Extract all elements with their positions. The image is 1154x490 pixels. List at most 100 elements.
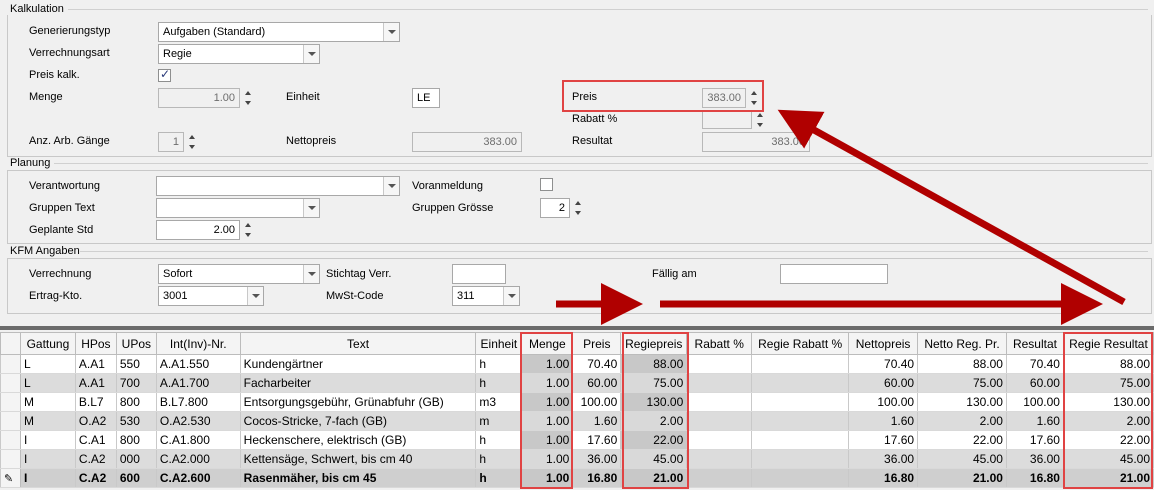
table-cell[interactable] bbox=[751, 354, 850, 374]
table-cell[interactable]: 1.60 bbox=[848, 411, 919, 431]
table-cell[interactable]: 22.00 bbox=[917, 430, 1007, 450]
table-cell[interactable]: h bbox=[475, 449, 523, 469]
column-header[interactable]: Rabatt % bbox=[686, 332, 753, 355]
chevron-down-icon[interactable] bbox=[303, 45, 319, 63]
table-cell[interactable]: Kettensäge, Schwert, bis cm 40 bbox=[239, 449, 477, 469]
table-cell[interactable]: 100.00 bbox=[572, 392, 622, 412]
table-cell[interactable]: C.A2 bbox=[74, 468, 117, 488]
table-cell[interactable] bbox=[751, 468, 850, 488]
table-cell[interactable]: 800 bbox=[115, 392, 157, 412]
table-cell[interactable]: Entsorgungsgebühr, Grünabfuhr (GB) bbox=[239, 392, 477, 412]
table-cell[interactable]: h bbox=[475, 354, 523, 374]
table-cell[interactable]: 70.40 bbox=[1005, 354, 1064, 374]
anz-spinner-icon[interactable] bbox=[186, 132, 198, 152]
table-cell[interactable]: A.A1 bbox=[74, 373, 117, 393]
table-cell[interactable]: 60.00 bbox=[848, 373, 919, 393]
table-cell[interactable]: 130.00 bbox=[917, 392, 1007, 412]
row-marker[interactable] bbox=[0, 373, 21, 393]
column-header[interactable]: Resultat bbox=[1005, 332, 1064, 355]
table-cell[interactable] bbox=[751, 449, 850, 469]
table-cell[interactable]: 1.60 bbox=[572, 411, 622, 431]
table-cell[interactable]: 70.40 bbox=[848, 354, 919, 374]
table-cell[interactable]: M bbox=[19, 392, 76, 412]
table-cell[interactable] bbox=[686, 430, 753, 450]
geplante-std-spinner-icon[interactable] bbox=[242, 220, 254, 240]
faellig-field[interactable] bbox=[780, 264, 888, 284]
table-cell[interactable]: L bbox=[19, 354, 76, 374]
column-header[interactable]: Gattung bbox=[19, 332, 76, 355]
table-cell[interactable]: 88.00 bbox=[917, 354, 1007, 374]
edit-pencil-icon[interactable]: ✎ bbox=[0, 468, 21, 488]
row-marker[interactable] bbox=[0, 411, 21, 431]
table-cell[interactable]: A.A1.700 bbox=[155, 373, 241, 393]
table-cell[interactable]: 70.40 bbox=[572, 354, 622, 374]
table-cell[interactable] bbox=[686, 354, 753, 374]
splitter-bar[interactable] bbox=[0, 326, 1154, 330]
table-cell[interactable]: 530 bbox=[115, 411, 157, 431]
menge-field[interactable]: 1.00 bbox=[158, 88, 240, 108]
table-cell[interactable] bbox=[686, 392, 753, 412]
resultat-field[interactable]: 383.00 bbox=[702, 132, 810, 152]
table-cell[interactable]: 36.00 bbox=[848, 449, 919, 469]
table-cell[interactable]: 21.00 bbox=[917, 468, 1007, 488]
chevron-down-icon[interactable] bbox=[383, 23, 399, 41]
column-header[interactable]: Preis bbox=[572, 332, 622, 355]
table-cell[interactable]: M bbox=[19, 411, 76, 431]
table-row[interactable]: ✎ I C.A2 600 C.A2.600 Rasenmäher, bis cm 45 h 1… bbox=[0, 468, 1154, 488]
table-row[interactable]: I C.A2 000 C.A2.000 Kettensäge, Schwert, bis… bbox=[0, 449, 1154, 469]
table-cell[interactable]: h bbox=[475, 373, 523, 393]
table-row[interactable]: I C.A1 800 C.A1.800 Heckenschere, elektrisch… bbox=[0, 430, 1154, 450]
table-cell[interactable] bbox=[751, 392, 850, 412]
table-cell[interactable]: 16.80 bbox=[848, 468, 919, 488]
table-cell[interactable]: 75.00 bbox=[917, 373, 1007, 393]
column-header[interactable]: Netto Reg. Pr. bbox=[917, 332, 1007, 355]
table-cell[interactable]: 100.00 bbox=[848, 392, 919, 412]
table-cell[interactable]: I bbox=[19, 430, 76, 450]
mwst-select[interactable]: 311 bbox=[452, 286, 520, 306]
table-cell[interactable]: 2.00 bbox=[917, 411, 1007, 431]
table-cell[interactable] bbox=[686, 373, 753, 393]
table-cell[interactable]: 550 bbox=[115, 354, 157, 374]
table-cell[interactable]: 36.00 bbox=[1005, 449, 1064, 469]
table-cell[interactable]: 60.00 bbox=[1005, 373, 1064, 393]
table-cell[interactable]: Heckenschere, elektrisch (GB) bbox=[239, 430, 477, 450]
table-cell[interactable]: 800 bbox=[115, 430, 157, 450]
table-cell[interactable]: C.A2.600 bbox=[155, 468, 241, 488]
table-cell[interactable]: L bbox=[19, 373, 76, 393]
row-marker[interactable] bbox=[0, 354, 21, 374]
table-cell[interactable]: Rasenmäher, bis cm 45 bbox=[239, 468, 477, 488]
column-header[interactable]: HPos bbox=[74, 332, 117, 355]
chevron-down-icon[interactable] bbox=[247, 287, 263, 305]
table-cell[interactable]: Cocos-Stricke, 7-fach (GB) bbox=[239, 411, 477, 431]
table-row[interactable]: M B.L7 800 B.L7.800 Entsorgungsgebühr, Grüna… bbox=[0, 392, 1154, 412]
table-row[interactable]: L A.A1 550 A.A1.550 Kundengärtner h 1.00 70.40 8… bbox=[0, 354, 1154, 374]
row-marker[interactable] bbox=[0, 430, 21, 450]
verrechnungsart-select[interactable]: Regie bbox=[158, 44, 320, 64]
rabatt-field[interactable] bbox=[702, 110, 752, 129]
ertrag-select[interactable]: 3001 bbox=[158, 286, 264, 306]
voranmeldung-checkbox[interactable] bbox=[540, 178, 553, 191]
table-cell[interactable] bbox=[686, 411, 753, 431]
rabatt-spinner-icon[interactable] bbox=[754, 110, 766, 130]
nettopreis-field[interactable]: 383.00 bbox=[412, 132, 522, 152]
table-cell[interactable]: 60.00 bbox=[572, 373, 622, 393]
table-cell[interactable]: O.A2 bbox=[74, 411, 117, 431]
row-marker[interactable] bbox=[0, 392, 21, 412]
table-cell[interactable]: 16.80 bbox=[572, 468, 622, 488]
anz-arb-gaenge-field[interactable]: 1 bbox=[158, 132, 184, 152]
table-cell[interactable]: I bbox=[19, 449, 76, 469]
table-cell[interactable]: Kundengärtner bbox=[239, 354, 477, 374]
table-cell[interactable]: I bbox=[19, 468, 76, 488]
table-cell[interactable]: 17.60 bbox=[848, 430, 919, 450]
table-cell[interactable]: 1.60 bbox=[1005, 411, 1064, 431]
table-row[interactable]: L A.A1 700 A.A1.700 Facharbeiter h 1.00 60.00 75… bbox=[0, 373, 1154, 393]
table-cell[interactable]: A.A1 bbox=[74, 354, 117, 374]
table-cell[interactable] bbox=[751, 373, 850, 393]
table-cell[interactable]: 000 bbox=[115, 449, 157, 469]
stichtag-field[interactable] bbox=[452, 264, 506, 284]
preis-kalk-checkbox[interactable] bbox=[158, 67, 171, 82]
table-cell[interactable]: 36.00 bbox=[572, 449, 622, 469]
table-cell[interactable]: h bbox=[475, 468, 523, 488]
table-cell[interactable] bbox=[751, 430, 850, 450]
row-marker[interactable] bbox=[0, 449, 21, 469]
